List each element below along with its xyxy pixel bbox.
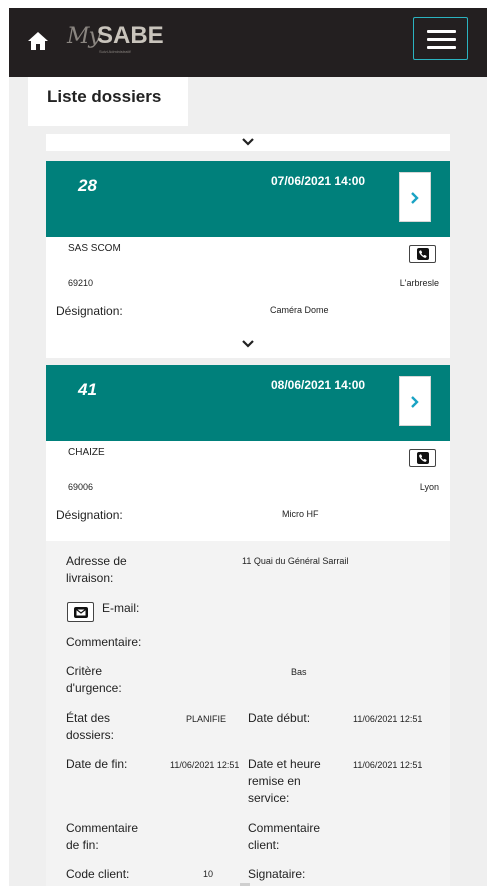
client-city: Lyon xyxy=(419,482,439,492)
commentaire-label: Commentaire: xyxy=(66,635,142,649)
open-dossier-button[interactable] xyxy=(399,376,431,426)
dossier-datetime: 08/06/2021 14:00 xyxy=(271,378,366,392)
dossier-number: 28 xyxy=(78,176,97,195)
chevron-right-icon xyxy=(411,396,419,408)
dossier-card: 41 08/06/2021 14:00 CHAIZE 69006 Lyon Dé… xyxy=(46,365,450,541)
logo-sabe: SABE xyxy=(97,22,164,49)
dossier-number: 41 xyxy=(78,380,97,399)
dossier-card: 28 07/06/2021 14:00 SAS SCOM 69210 L'arb… xyxy=(46,161,450,358)
chevron-right-icon xyxy=(411,192,419,204)
logo-tagline: Suivi Administratif xyxy=(99,49,131,54)
open-dossier-button[interactable] xyxy=(399,172,431,222)
top-navbar: My SABE Suivi Administratif xyxy=(9,8,487,77)
hamburger-icon xyxy=(427,30,456,33)
page-title-card: Liste dossiers xyxy=(28,77,188,126)
email-button[interactable] xyxy=(67,602,94,622)
etat-dossiers-value: PLANIFIE xyxy=(186,714,227,724)
commentaire-fin-label: Commentaire de fin: xyxy=(66,821,139,852)
page-title: Liste dossiers xyxy=(47,87,162,106)
designation-label: Désignation: xyxy=(56,304,123,318)
client-name: CHAIZE xyxy=(68,447,105,458)
critere-urgence-label: Critère d'urgence: xyxy=(66,664,122,695)
logo-my: My xyxy=(67,24,101,49)
client-zip: 69006 xyxy=(68,482,94,492)
dossier-datetime: 07/06/2021 14:00 xyxy=(271,174,366,188)
dossier-details-panel: Adresse de livraison: 11 Quai du Général… xyxy=(46,541,450,886)
client-city: L'arbresle xyxy=(399,278,439,288)
commentaire-client-label: Commentaire client: xyxy=(248,821,321,852)
phone-button[interactable] xyxy=(409,245,436,263)
date-fin-value: 11/06/2021 12:51 xyxy=(170,760,240,770)
envelope-icon xyxy=(74,607,88,618)
signataire-label: Signataire: xyxy=(248,867,306,881)
adresse-value: 11 Quai du Général Sarrail xyxy=(242,556,349,566)
home-icon[interactable] xyxy=(27,31,49,51)
adresse-label: Adresse de livraison: xyxy=(66,554,127,585)
phone-icon xyxy=(417,452,429,464)
phone-icon xyxy=(417,248,429,260)
critere-urgence-value: Bas xyxy=(291,667,307,677)
email-label: E-mail: xyxy=(102,601,140,615)
designation-value: Caméra Dome xyxy=(270,305,329,315)
phone-button[interactable] xyxy=(409,449,436,467)
etat-dossiers-label: État des dossiers: xyxy=(66,711,115,742)
designation-value: Micro HF xyxy=(282,509,319,519)
remise-service-label: Date et heure remise en service: xyxy=(248,757,321,805)
chevron-down-icon[interactable] xyxy=(241,339,255,349)
menu-toggle-button[interactable] xyxy=(413,17,468,60)
code-client-label: Code client: xyxy=(66,867,130,881)
dossier-card-header: 28 07/06/2021 14:00 xyxy=(46,161,450,237)
date-debut-label: Date début: xyxy=(248,711,311,725)
client-name: SAS SCOM xyxy=(68,243,121,254)
date-fin-label: Date de fin: xyxy=(66,757,128,771)
client-zip: 69210 xyxy=(68,278,94,288)
dossier-card-header: 41 08/06/2021 14:00 xyxy=(46,365,450,441)
list-item-previous xyxy=(46,134,450,151)
designation-label: Désignation: xyxy=(56,508,123,522)
date-debut-value: 11/06/2021 12:51 xyxy=(353,714,423,724)
code-client-value: 10 xyxy=(203,869,214,879)
main-content: Liste dossiers 28 07/06/2021 14:00 SAS S… xyxy=(9,77,487,886)
chevron-down-icon[interactable] xyxy=(241,137,255,147)
remise-service-value: 11/06/2021 12:51 xyxy=(353,760,423,770)
